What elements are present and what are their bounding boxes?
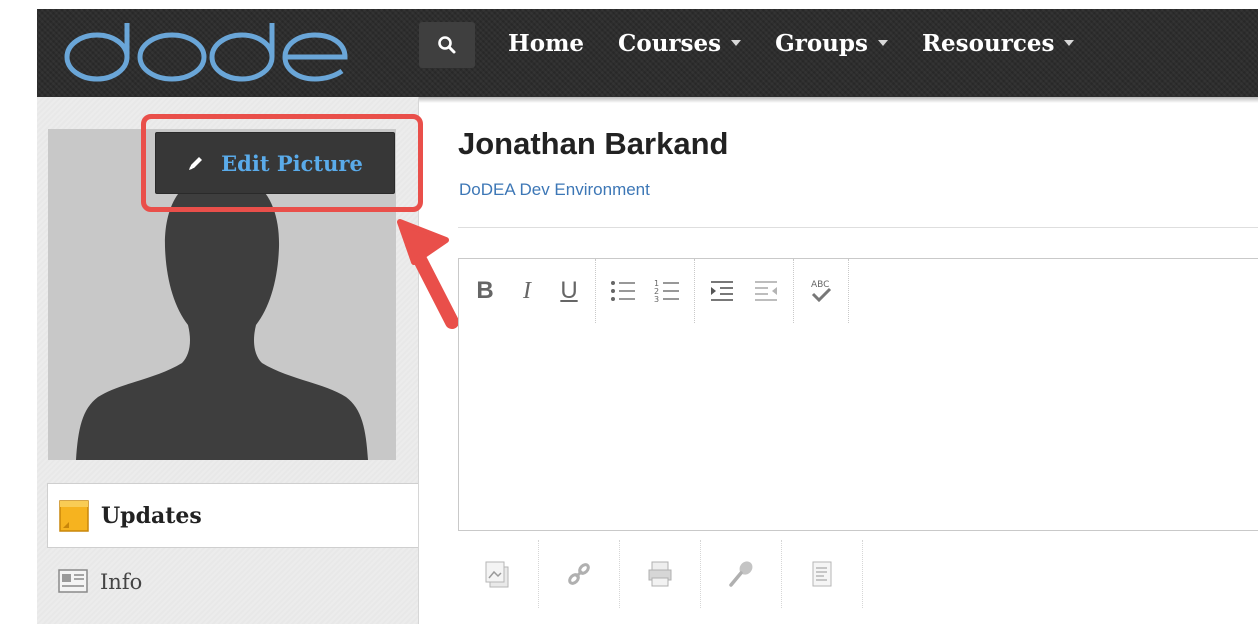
edit-picture-label: Edit Picture: [221, 150, 363, 176]
edit-picture-button[interactable]: Edit Picture: [155, 132, 395, 194]
print-button[interactable]: [620, 540, 701, 608]
profile-name: Jonathan Barkand: [458, 126, 729, 161]
numbered-list-icon[interactable]: 123: [654, 279, 680, 303]
tab-updates[interactable]: Updates: [47, 483, 418, 548]
nav-courses[interactable]: Courses: [618, 29, 742, 57]
list-group: 123: [596, 259, 695, 323]
svg-text:3: 3: [654, 295, 659, 303]
nav-menu: Home Courses Groups Resources: [508, 9, 1108, 97]
top-strip: [0, 0, 1258, 9]
header-divider: [458, 227, 1258, 228]
dodea-logo[interactable]: dodea: [59, 17, 369, 85]
outdent-icon[interactable]: [753, 279, 779, 303]
link-icon: [568, 563, 590, 585]
bold-button[interactable]: B: [473, 277, 497, 305]
chevron-down-icon: [1064, 40, 1075, 46]
nav-groups-label: Groups: [775, 29, 868, 57]
indent-group: [695, 259, 794, 323]
nav-home-label: Home: [508, 29, 585, 57]
add-link-button[interactable]: [539, 540, 620, 608]
attachment-toolbar: [458, 540, 863, 608]
indent-icon[interactable]: [709, 279, 735, 303]
tab-info[interactable]: Info: [47, 550, 418, 614]
update-editor[interactable]: B I U 123 ABC: [458, 258, 1258, 531]
microphone-icon: [729, 561, 753, 587]
info-card-icon: [58, 569, 88, 593]
updates-icon: [59, 499, 89, 532]
nav-resources-label: Resources: [921, 29, 1055, 57]
add-document-button[interactable]: [782, 540, 863, 608]
search-button[interactable]: [419, 22, 475, 68]
profile-subtitle-link[interactable]: DoDEA Dev Environment: [459, 180, 650, 200]
attach-file-button[interactable]: [458, 540, 539, 608]
tab-updates-label: Updates: [101, 502, 202, 529]
document-icon: [812, 561, 832, 587]
printer-icon: [648, 561, 672, 587]
nav-resources[interactable]: Resources: [921, 29, 1075, 57]
top-navigation-bar: dodea Home Courses: [37, 9, 1258, 97]
underline-button[interactable]: U: [557, 277, 581, 305]
spellcheck-group: ABC: [794, 259, 849, 323]
chevron-down-icon: [731, 40, 742, 46]
pencil-icon: [189, 157, 203, 170]
spellcheck-icon[interactable]: ABC: [808, 277, 834, 305]
italic-button[interactable]: I: [515, 278, 539, 305]
tab-info-label: Info: [100, 570, 143, 594]
attach-file-icon: [485, 561, 509, 588]
search-icon: [438, 36, 456, 54]
format-group: B I U: [459, 259, 596, 323]
record-audio-button[interactable]: [701, 540, 782, 608]
nav-courses-label: Courses: [618, 29, 722, 57]
editor-toolbar: B I U 123 ABC: [459, 259, 1258, 323]
nav-groups[interactable]: Groups: [775, 30, 888, 57]
bullet-list-icon[interactable]: [610, 279, 636, 303]
svg-text:ABC: ABC: [811, 280, 829, 290]
chevron-down-icon: [877, 40, 888, 46]
nav-home[interactable]: Home: [508, 30, 584, 57]
